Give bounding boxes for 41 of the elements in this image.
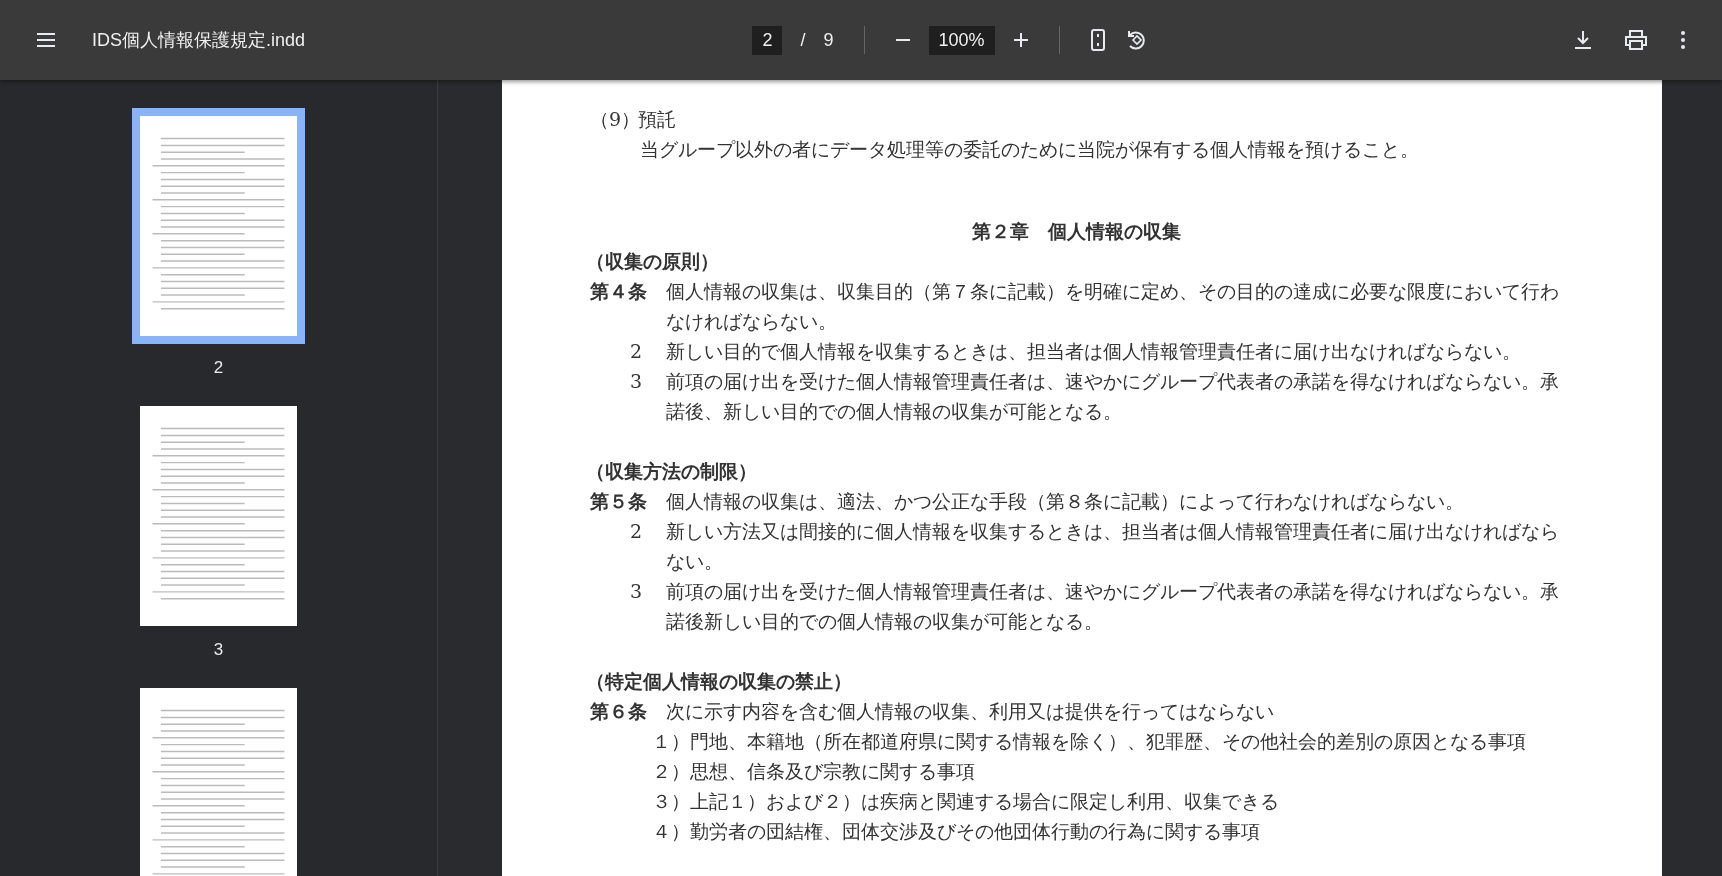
page-separator: / <box>800 29 806 51</box>
clause-text: 前項の届け出を受けた個人情報管理責任者は、速やかにグループ代表者の承諾を得なければならない。承諾後新しい目的での個人情報の収集が可能となる。 <box>666 579 1560 634</box>
clause-text: 新しい方法又は間接的に個人情報を収集するときは、担当者は個人情報管理責任者に届け出なければならない。 <box>666 519 1560 574</box>
page-number-label: 2 <box>213 358 224 378</box>
section-heading: （収集方法の制限） <box>586 460 757 482</box>
section-heading: （特定個人情報の収集の禁止） <box>586 670 852 692</box>
article-text: 個人情報の収集は、適法、かつ公正な手段（第８条に記載）によって行わなければならない。 <box>666 489 1465 514</box>
zoom-field[interactable]: 100% <box>928 25 995 55</box>
article-text: 個人情報の収集は、収集目的（第７条に記載）を明確に定め、その目的の達成に必要な限度において行わなければならない。 <box>666 279 1560 334</box>
item-title: 預託 <box>638 107 676 132</box>
article-number: 第４条 <box>590 279 648 304</box>
zoom-in-icon[interactable] <box>1012 32 1029 48</box>
list-item: ３）上記１）および２）は疾病と関連する場合に限定し利用、収集できる <box>652 790 1279 812</box>
article-number: 第５条 <box>590 489 648 514</box>
menu-icon[interactable] <box>36 32 56 48</box>
fit-page-icon[interactable] <box>1089 29 1106 51</box>
clause-number: 2 <box>629 339 644 364</box>
page-number-field[interactable]: 2 <box>752 25 783 55</box>
page-number-label: 3 <box>213 640 224 660</box>
clause-text: 前項の届け出を受けた個人情報管理責任者は、速やかにグループ代表者の承諾を得なければならない。承諾後、新しい目的での個人情報の収集が可能となる。 <box>666 369 1560 424</box>
paragraph: 当グループ以外の者にデータ処理等の委託のために当院が保有する個人情報を預けること。 <box>639 137 1420 162</box>
page-thumbnail[interactable] <box>140 688 297 876</box>
list-item: １）門地、本籍地（所在都道府県に関する情報を除く）、犯罪歴、その他社会的差別の原因となる事項 <box>652 730 1526 752</box>
download-icon[interactable] <box>1574 30 1592 50</box>
more-icon[interactable] <box>1680 30 1686 50</box>
document-title: IDS個人情報保護規定.indd <box>92 29 306 52</box>
clause-number: 3 <box>629 579 644 604</box>
clause-number: 3 <box>629 369 644 394</box>
print-icon[interactable] <box>1624 29 1648 51</box>
list-item: ２）思想、信条及び宗教に関する事項 <box>652 760 975 782</box>
chapter-title: 第２章 個人情報の収集 <box>971 220 1181 242</box>
page-thumbnail[interactable] <box>132 108 305 344</box>
article-number: 第６条 <box>590 699 648 724</box>
section-heading: （収集の原則） <box>586 250 719 272</box>
item-number: （9） <box>590 107 638 132</box>
clause-number: 2 <box>629 519 644 544</box>
article-text: 次に示す内容を含む個人情報の収集、利用又は提供を行ってはならない <box>666 699 1275 724</box>
page-thumbnail[interactable] <box>140 406 297 626</box>
clause-text: 新しい目的で個人情報を収集するときは、担当者は個人情報管理責任者に届け出なければならない。 <box>666 339 1522 364</box>
list-item: ４）勤労者の団結権、団体交渉及びその他団体行動の行為に関する事項 <box>652 820 1260 842</box>
page-total: 9 <box>823 29 834 51</box>
